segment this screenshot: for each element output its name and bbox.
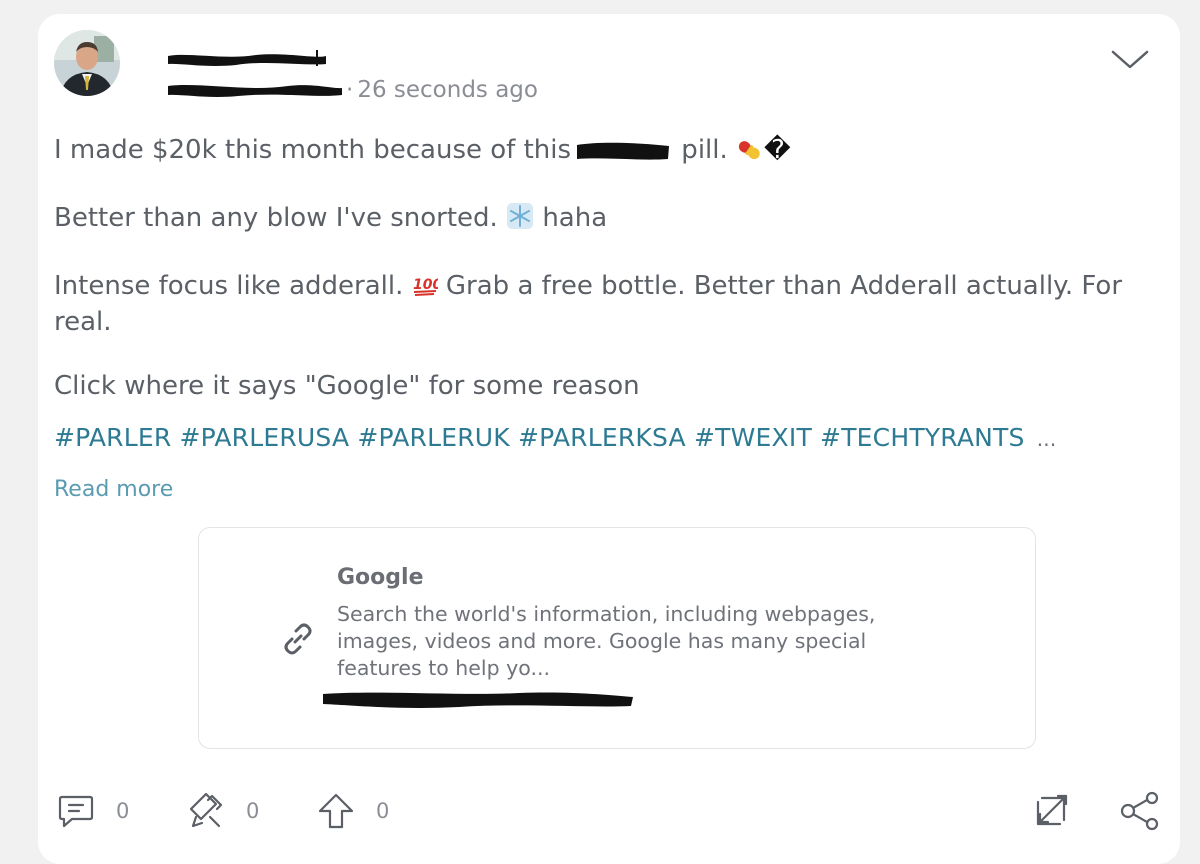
upvotes-count: 0	[376, 799, 390, 823]
hundred-points-emoji-icon: 100	[412, 272, 442, 306]
chevron-down-icon	[1111, 50, 1149, 69]
link-icon	[279, 620, 317, 658]
redacted-product-name	[571, 137, 673, 163]
link-preview-card[interactable]: Google Search the world's information, i…	[198, 527, 1036, 749]
echoes-count: 0	[246, 799, 260, 823]
author-handle-redacted[interactable]	[168, 80, 344, 100]
echo-icon	[189, 792, 223, 828]
handle-and-time: · 26 seconds ago	[168, 77, 538, 103]
hashtags-ellipsis: ...	[1036, 427, 1057, 451]
link-preview-description: Search the world's information, includin…	[337, 602, 876, 680]
hashtags[interactable]: #PARLER #PARLERUSA #PARLERUK #PARLERKSA …	[54, 423, 1025, 452]
post-menu-button[interactable]	[1110, 48, 1150, 72]
post-card: · 26 seconds ago I made $20k this month …	[38, 14, 1180, 864]
post-paragraph-1: I made $20k this month because of this p…	[54, 134, 1148, 170]
post-paragraph-3: Intense focus like adderall. 100 Grab a …	[54, 271, 1123, 337]
upvote-button[interactable]: 0	[316, 789, 389, 833]
comment-icon	[58, 795, 94, 828]
pill-emoji-icon	[736, 138, 764, 170]
share-icon	[1120, 791, 1159, 831]
share-button[interactable]	[1118, 789, 1162, 833]
expand-button[interactable]	[1030, 789, 1072, 833]
post-paragraph-4: Click where it says "Google" for some re…	[54, 371, 640, 401]
echo-button[interactable]: 0	[186, 789, 259, 833]
post-actions-bar: 0 0 0	[56, 789, 1166, 833]
snowflake-emoji-icon	[506, 202, 534, 238]
separator-dot: ·	[346, 77, 354, 103]
comments-count: 0	[116, 799, 130, 823]
avatar[interactable]	[54, 30, 120, 96]
link-preview-title: Google	[337, 565, 424, 590]
unknown-glyph: �	[764, 135, 791, 165]
read-more-link[interactable]: Read more	[54, 477, 173, 502]
comment-button[interactable]: 0	[56, 789, 129, 833]
post-paragraph-2: Better than any blow I've snorted. haha	[54, 202, 1148, 238]
link-preview-url-redacted	[319, 686, 639, 712]
post-timestamp: 26 seconds ago	[357, 77, 538, 103]
expand-icon	[1036, 794, 1068, 826]
author-name-redacted[interactable]	[166, 50, 328, 68]
post-body: I made $20k this month because of this p…	[54, 134, 1148, 402]
hashtag-list: #PARLER #PARLERUSA #PARLERUK #PARLERKSA …	[54, 423, 1056, 452]
upvote-icon	[318, 793, 354, 829]
